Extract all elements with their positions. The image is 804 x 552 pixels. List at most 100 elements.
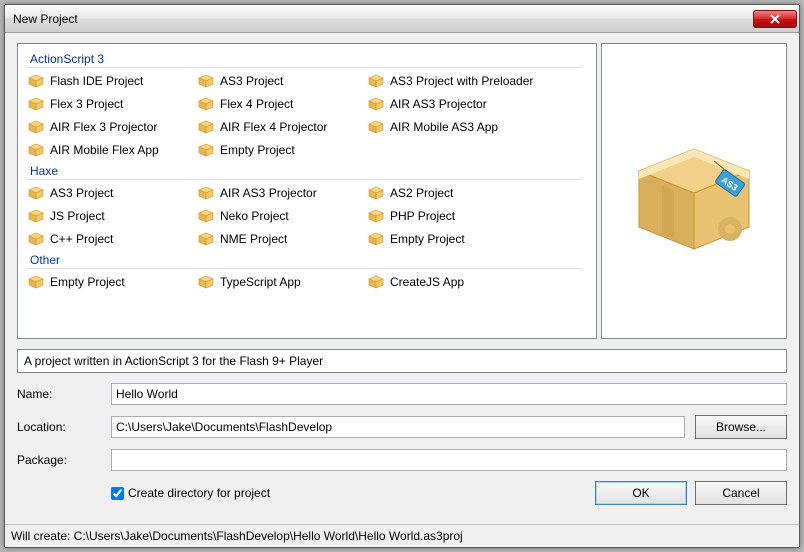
template-item[interactable]: Empty Project <box>26 271 196 292</box>
box-icon <box>28 231 44 247</box>
template-label: Flex 4 Project <box>220 97 293 111</box>
box-icon <box>28 208 44 224</box>
template-item[interactable]: C++ Project <box>26 228 196 249</box>
template-item[interactable]: Flex 4 Project <box>196 93 366 114</box>
template-item[interactable]: AIR Flex 4 Projector <box>196 116 366 137</box>
box-icon <box>368 208 384 224</box>
template-item[interactable]: Empty Project <box>366 228 576 249</box>
template-label: AIR Mobile AS3 App <box>390 120 498 134</box>
template-label: TypeScript App <box>220 275 301 289</box>
template-item[interactable]: AIR AS3 Projector <box>196 182 366 203</box>
location-input[interactable] <box>111 416 685 438</box>
close-icon <box>770 14 780 24</box>
ok-button[interactable]: OK <box>595 481 687 505</box>
package-row: Package: <box>17 449 787 471</box>
template-item[interactable]: AIR Flex 3 Projector <box>26 116 196 137</box>
box-icon <box>198 274 214 290</box>
box-icon <box>198 96 214 112</box>
category-grid: AS3 Project AIR AS3 Projector AS2 Project J… <box>26 182 594 249</box>
box-icon <box>198 119 214 135</box>
category-grid: Empty Project TypeScript App CreateJS App <box>26 271 594 292</box>
box-icon <box>198 142 214 158</box>
box-icon <box>198 73 214 89</box>
bottom-row: Create directory for project OK Cancel <box>17 481 787 505</box>
template-item[interactable]: AIR Mobile Flex App <box>26 139 196 160</box>
template-label: JS Project <box>50 209 105 223</box>
template-label: AS2 Project <box>390 186 453 200</box>
location-label: Location: <box>17 420 101 434</box>
template-label: NME Project <box>220 232 287 246</box>
template-label: Empty Project <box>50 275 125 289</box>
template-label: AIR Flex 3 Projector <box>50 120 157 134</box>
template-label: AS3 Project <box>220 74 283 88</box>
template-item[interactable]: TypeScript App <box>196 271 366 292</box>
name-row: Name: <box>17 383 787 405</box>
window-title: New Project <box>13 12 753 26</box>
template-item[interactable]: Neko Project <box>196 205 366 226</box>
name-input[interactable] <box>111 383 787 405</box>
category-header: Other <box>26 251 582 269</box>
close-button[interactable] <box>753 10 797 28</box>
template-item[interactable]: PHP Project <box>366 205 576 226</box>
template-label: AS3 Project <box>50 186 113 200</box>
template-label: AIR AS3 Projector <box>220 186 317 200</box>
box-icon <box>368 73 384 89</box>
template-item[interactable]: AS3 Project with Preloader <box>366 70 576 91</box>
box-icon <box>198 208 214 224</box>
name-label: Name: <box>17 387 101 401</box>
template-label: Neko Project <box>220 209 289 223</box>
box-icon <box>28 119 44 135</box>
preview-box-icon: AS3 <box>624 121 764 261</box>
box-icon <box>368 119 384 135</box>
create-directory-label[interactable]: Create directory for project <box>111 486 587 500</box>
create-directory-text: Create directory for project <box>128 486 270 500</box>
location-row: Location: Browse... <box>17 415 787 439</box>
preview-panel: AS3 <box>601 43 787 339</box>
box-icon <box>28 96 44 112</box>
template-label: AIR Flex 4 Projector <box>220 120 327 134</box>
new-project-window: New Project ActionScript 3 Flash IDE Proj… <box>4 4 800 548</box>
category-header: Haxe <box>26 162 582 180</box>
template-label: C++ Project <box>50 232 113 246</box>
template-item[interactable]: Empty Project <box>196 139 366 160</box>
titlebar[interactable]: New Project <box>5 5 799 33</box>
template-item[interactable]: NME Project <box>196 228 366 249</box>
box-icon <box>368 96 384 112</box>
template-label: Flash IDE Project <box>50 74 143 88</box>
box-icon <box>28 274 44 290</box>
template-item[interactable]: AIR Mobile AS3 App <box>366 116 576 137</box>
template-item[interactable]: AS3 Project <box>26 182 196 203</box>
template-label: Empty Project <box>220 143 295 157</box>
template-item[interactable]: Flash IDE Project <box>26 70 196 91</box>
box-icon <box>198 231 214 247</box>
category-grid: Flash IDE Project AS3 Project AS3 Project … <box>26 70 594 160</box>
package-input[interactable] <box>111 449 787 471</box>
template-label: PHP Project <box>390 209 455 223</box>
template-label: AS3 Project with Preloader <box>390 74 533 88</box>
template-label: CreateJS App <box>390 275 464 289</box>
box-icon <box>368 231 384 247</box>
browse-button[interactable]: Browse... <box>695 415 787 439</box>
box-icon <box>198 185 214 201</box>
template-list[interactable]: ActionScript 3 Flash IDE Project AS3 Proje… <box>17 43 597 339</box>
template-item[interactable]: JS Project <box>26 205 196 226</box>
template-label: Flex 3 Project <box>50 97 123 111</box>
template-item[interactable]: Flex 3 Project <box>26 93 196 114</box>
template-description: A project written in ActionScript 3 for … <box>17 349 787 373</box>
box-icon <box>28 185 44 201</box>
client-area: ActionScript 3 Flash IDE Project AS3 Proje… <box>5 33 799 524</box>
box-icon <box>368 185 384 201</box>
box-icon <box>28 142 44 158</box>
create-directory-checkbox[interactable] <box>111 487 124 500</box>
template-label: Empty Project <box>390 232 465 246</box>
template-item[interactable]: AS3 Project <box>196 70 366 91</box>
package-label: Package: <box>17 453 101 467</box>
category-header: ActionScript 3 <box>26 50 582 68</box>
template-item[interactable]: CreateJS App <box>366 271 576 292</box>
template-item[interactable]: AS2 Project <box>366 182 576 203</box>
cancel-button[interactable]: Cancel <box>695 481 787 505</box>
box-icon <box>368 274 384 290</box>
template-label: AIR Mobile Flex App <box>50 143 159 157</box>
template-item[interactable]: AIR AS3 Projector <box>366 93 576 114</box>
box-icon <box>28 73 44 89</box>
